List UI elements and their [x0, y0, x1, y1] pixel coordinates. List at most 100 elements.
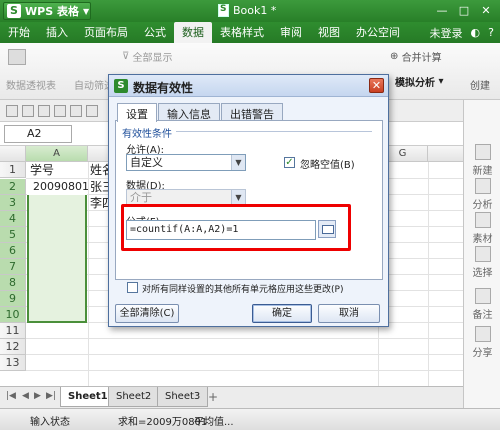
gridline — [26, 338, 463, 339]
row-header[interactable]: 8 — [0, 275, 26, 291]
menu-item-start[interactable]: 开始 — [0, 22, 38, 43]
task-pane-notes[interactable]: 备注 — [464, 288, 500, 321]
apply-all-checkbox[interactable] — [127, 282, 138, 293]
apply-all-label: 对所有同样设置的其他所有单元格应用这些更改(P) — [142, 285, 344, 295]
ok-button[interactable]: 确定 — [252, 304, 312, 323]
skin-icon[interactable]: ◐ — [471, 26, 481, 39]
row-header[interactable]: 9 — [0, 291, 26, 307]
row-header[interactable]: 11 — [0, 323, 26, 339]
prev-sheet-icon[interactable]: ◀ — [22, 391, 29, 401]
task-pane-material[interactable]: 素材 — [464, 212, 500, 245]
save-icon[interactable] — [38, 105, 50, 117]
cell-a2[interactable]: 20090801 — [33, 179, 89, 195]
task-pane-analysis[interactable]: 分析 — [464, 178, 500, 211]
row-header[interactable]: 7 — [0, 259, 26, 275]
tab-error-alert[interactable]: 出错警告 — [221, 103, 283, 121]
task-pane-share-label: 分享 — [472, 348, 493, 359]
menu-item-table-style[interactable]: 表格样式 — [212, 22, 272, 43]
open-file-icon[interactable] — [22, 105, 34, 117]
dialog-close-icon[interactable]: ✕ — [369, 78, 384, 93]
menu-item-insert[interactable]: 插入 — [38, 22, 76, 43]
row-header[interactable]: 2 — [0, 179, 26, 195]
login-link[interactable]: 未登录 — [430, 25, 463, 41]
task-pane-analysis-label: 分析 — [472, 200, 493, 211]
row-header[interactable]: 4 — [0, 211, 26, 227]
row-header[interactable]: 1 — [0, 162, 26, 178]
sheet-tab-sheet2[interactable]: Sheet2 — [108, 387, 160, 407]
show-all-button[interactable]: ⊽ 全部显示 — [122, 49, 173, 64]
undo-icon[interactable] — [86, 105, 98, 117]
row-header[interactable]: 12 — [0, 339, 26, 355]
gridline — [88, 162, 89, 386]
tab-input-message[interactable]: 输入信息 — [158, 103, 220, 121]
first-sheet-icon[interactable]: |◀ — [6, 391, 16, 401]
minimize-icon[interactable]: — — [432, 3, 452, 19]
add-sheet-icon[interactable]: + — [208, 390, 218, 404]
row-header[interactable]: 10 — [0, 307, 26, 323]
row-header[interactable]: 13 — [0, 355, 26, 371]
spreadsheet-file-icon — [218, 4, 229, 17]
create-group-button[interactable]: 创建 — [470, 77, 490, 92]
status-bar: 输入状态 求和=2009万0801 平均值... — [0, 408, 500, 430]
clear-all-button[interactable]: 全部清除(C) — [115, 304, 179, 323]
cell-a1[interactable]: 学号 — [30, 162, 54, 178]
menu-item-data[interactable]: 数据 — [174, 22, 212, 43]
row-header[interactable]: 3 — [0, 195, 26, 211]
show-all-label: 全部显示 — [132, 53, 173, 64]
range-select-icon[interactable] — [318, 220, 336, 238]
allow-select[interactable]: 自定义 ▼ — [126, 154, 246, 171]
allow-value: 自定义 — [130, 156, 163, 169]
sheet-tab-bar: |◀ ◀ ▶ ▶| Sheet1 Sheet2 Sheet3 + — [0, 386, 463, 408]
name-box[interactable]: A2 — [4, 125, 72, 143]
material-icon — [474, 212, 491, 228]
menu-item-review[interactable]: 审阅 — [272, 22, 310, 43]
help-icon[interactable]: ? — [488, 26, 494, 39]
next-sheet-icon[interactable]: ▶ — [34, 391, 41, 401]
merge-calc-button[interactable]: ⊕ 合并计算 — [390, 49, 442, 64]
gridline — [26, 354, 463, 355]
share-icon — [474, 326, 491, 342]
ignore-blank-checkbox[interactable]: ✓ — [284, 157, 295, 168]
select-all-corner[interactable] — [0, 146, 26, 162]
group-divider — [176, 131, 372, 132]
row-header[interactable]: 5 — [0, 227, 26, 243]
cancel-button[interactable]: 取消 — [318, 304, 380, 323]
task-pane-notes-label: 备注 — [472, 310, 493, 321]
row-header[interactable]: 6 — [0, 243, 26, 259]
selected-range-a2-a10[interactable] — [27, 179, 87, 323]
sheet-tab-sheet3[interactable]: Sheet3 — [157, 387, 209, 407]
column-header-h[interactable] — [428, 146, 463, 162]
data-select: 介于 ▼ — [126, 189, 246, 206]
menu-item-formula[interactable]: 公式 — [136, 22, 174, 43]
title-bar: S WPS 表格 ▼ Book1 * — □ ✕ — [0, 0, 500, 22]
pivot-table-icon — [8, 49, 29, 65]
dialog-title-bar[interactable]: S 数据有效性 ✕ — [109, 75, 388, 97]
task-pane-material-label: 素材 — [472, 234, 493, 245]
task-pane-new[interactable]: 新建 — [464, 144, 500, 177]
document-tab[interactable]: Book1 * — [218, 4, 276, 17]
maximize-icon[interactable]: □ — [454, 3, 474, 19]
chevron-down-icon[interactable]: ▼ — [231, 155, 245, 170]
data-validation-dialog: S 数据有效性 ✕ 设置 输入信息 出错警告 有效性条件 允许(A): 自定义 … — [108, 74, 389, 327]
task-pane-select-label: 选择 — [472, 268, 493, 279]
print-icon[interactable] — [54, 105, 66, 117]
task-pane-share[interactable]: 分享 — [464, 326, 500, 359]
last-sheet-icon[interactable]: ▶| — [46, 391, 56, 401]
menu-item-view[interactable]: 视图 — [310, 22, 348, 43]
app-menu-button[interactable]: S WPS 表格 ▼ — [3, 2, 91, 20]
pivot-table-button[interactable]: 数据透视表 — [6, 77, 56, 92]
tab-settings[interactable]: 设置 — [117, 103, 157, 122]
task-pane-select[interactable]: 选择 — [464, 246, 500, 279]
close-icon[interactable]: ✕ — [476, 3, 496, 19]
formula-input[interactable]: =countif(A:A,A2)=1 — [126, 220, 316, 240]
menu-item-page-layout[interactable]: 页面布局 — [76, 22, 136, 43]
what-if-button[interactable]: 模拟分析 ▾ — [395, 74, 444, 89]
task-pane: 新建 分析 素材 选择 备注 分享 — [463, 100, 500, 408]
menu-item-office-space[interactable]: 办公空间 — [348, 22, 408, 43]
preview-icon[interactable] — [70, 105, 82, 117]
column-header-a[interactable]: A — [26, 146, 88, 162]
status-average: 平均值... — [194, 417, 234, 428]
filter-icon: ⊽ — [122, 51, 130, 62]
new-file-icon[interactable] — [6, 105, 18, 117]
task-pane-new-label: 新建 — [472, 166, 493, 177]
